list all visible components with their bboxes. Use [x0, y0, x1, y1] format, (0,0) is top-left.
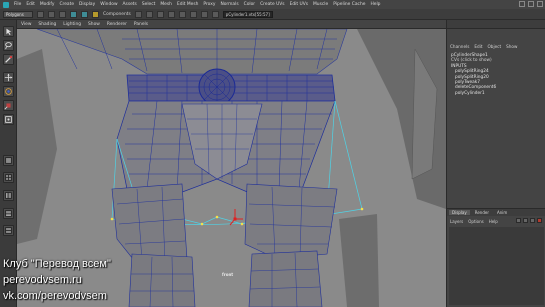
edge-mask-icon[interactable]	[145, 10, 153, 18]
snap-grid-icon[interactable]	[167, 10, 175, 18]
outliner-layout-icon[interactable]	[3, 190, 14, 201]
selection-field[interactable]: pCylinder1.vtx[55:57]	[222, 10, 273, 18]
channel-box-nodes: pCylinderShape1 CVs (click to show) INPU…	[447, 53, 545, 96]
input-node[interactable]: polyCylinder1	[447, 91, 545, 96]
render-icon[interactable]	[200, 10, 208, 18]
layer-down-icon[interactable]	[523, 218, 528, 223]
layer-menu-layers[interactable]: Layers	[450, 219, 463, 224]
vp-menu-renderer[interactable]: Renderer	[107, 22, 127, 27]
camera-label: front	[222, 272, 234, 277]
new-scene-icon[interactable]	[37, 10, 44, 18]
ipr-render-icon[interactable]	[211, 10, 219, 18]
menu-normals[interactable]: Normals	[220, 2, 238, 7]
channel-box-header	[447, 20, 545, 29]
menu-pipeline-cache[interactable]: Pipeline Cache	[333, 2, 365, 7]
four-view-layout-icon[interactable]	[3, 172, 14, 183]
main-menubar: File Edit Modify Create Display Window A…	[0, 0, 545, 9]
lasso-tool-icon[interactable]	[3, 40, 14, 51]
vp-menu-lighting[interactable]: Lighting	[63, 22, 81, 27]
select-by-object-icon[interactable]	[81, 10, 88, 18]
vp-menu-show[interactable]: Show	[88, 22, 100, 27]
graph-editor-layout-icon[interactable]	[3, 208, 14, 219]
menu-edit-mesh[interactable]: Edit Mesh	[177, 2, 198, 7]
cb-menu-show[interactable]: Show	[506, 44, 517, 49]
menu-color[interactable]: Color	[244, 2, 255, 7]
layer-up-icon[interactable]	[516, 218, 521, 223]
status-line: Polygons Components pCylinder1.vtx[55:57…	[0, 9, 545, 26]
menu-assets[interactable]: Assets	[123, 2, 137, 7]
rotate-tool-icon[interactable]	[3, 86, 14, 97]
menu-select[interactable]: Select	[142, 2, 156, 7]
menu-help[interactable]: Help	[370, 2, 380, 7]
menu-proxy[interactable]: Proxy	[203, 2, 215, 7]
select-tool-icon[interactable]	[3, 26, 14, 37]
layer-editor-icons	[516, 218, 542, 223]
cb-menu-channels[interactable]: Channels	[450, 44, 469, 49]
menu-window[interactable]: Window	[100, 2, 117, 7]
snap-curve-icon[interactable]	[178, 10, 186, 18]
tab-render[interactable]: Render	[472, 210, 492, 215]
move-tool-icon[interactable]	[3, 72, 14, 83]
layer-list-area[interactable]	[449, 227, 544, 305]
face-mask-icon[interactable]	[156, 10, 164, 18]
maximize-icon[interactable]	[528, 1, 534, 7]
menu-edit-uvs[interactable]: Edit UVs	[290, 2, 308, 7]
vp-menu-panels[interactable]: Panels	[134, 22, 148, 27]
minimize-icon[interactable]	[519, 1, 525, 7]
menu-create-uvs[interactable]: Create UVs	[260, 2, 285, 7]
watermark-vk: vk.com/perevodvsem	[3, 290, 107, 302]
menu-mesh[interactable]: Mesh	[160, 2, 172, 7]
watermark-club: Клуб "Перевод всем"	[3, 258, 111, 270]
universal-manipulator-icon[interactable]	[3, 114, 14, 125]
channel-box-menu: Channels Edit Object Show	[447, 42, 545, 50]
select-by-component-icon[interactable]	[92, 10, 99, 18]
vp-menu-shading[interactable]: Shading	[38, 22, 56, 27]
scale-tool-icon[interactable]	[3, 100, 14, 111]
menu-modify[interactable]: Modify	[40, 2, 55, 7]
cb-menu-edit[interactable]: Edit	[474, 44, 482, 49]
paint-select-tool-icon[interactable]	[3, 54, 14, 65]
layer-menu-help[interactable]: Help	[489, 219, 498, 224]
new-layer-icon[interactable]	[530, 218, 535, 223]
vp-menu-view[interactable]: View	[21, 22, 31, 27]
vertex-mask-icon[interactable]	[134, 10, 142, 18]
menu-file[interactable]: File	[14, 2, 21, 7]
menu-create[interactable]: Create	[59, 2, 74, 7]
components-label: Components	[103, 11, 131, 17]
close-icon[interactable]	[537, 1, 543, 7]
menu-muscle[interactable]: Muscle	[313, 2, 328, 7]
snap-point-icon[interactable]	[189, 10, 197, 18]
select-by-hierarchy-icon[interactable]	[70, 10, 77, 18]
save-scene-icon[interactable]	[59, 10, 66, 18]
watermark-site: perevodvsem.ru	[3, 274, 82, 286]
window-controls	[519, 1, 543, 7]
open-scene-icon[interactable]	[48, 10, 55, 18]
hypershade-layout-icon[interactable]	[3, 225, 14, 236]
channel-box-panel: Channels Edit Object Show pCylinderShape…	[446, 20, 545, 307]
viewport-menubar: View Shading Lighting Show Renderer Pane…	[17, 20, 446, 29]
single-perspective-layout-icon[interactable]	[3, 155, 14, 166]
cb-menu-object[interactable]: Object	[487, 44, 501, 49]
menu-display[interactable]: Display	[79, 2, 95, 7]
menuset-dropdown[interactable]: Polygons	[3, 10, 33, 18]
new-layer-from-selection-icon[interactable]	[537, 218, 542, 223]
layer-menu-options[interactable]: Options	[468, 219, 483, 224]
maya-logo-icon	[3, 1, 9, 8]
tab-display[interactable]: Display	[449, 210, 470, 215]
menu-edit[interactable]: Edit	[26, 2, 35, 7]
tab-anim[interactable]: Anim	[494, 210, 510, 215]
layer-editor-tabs: Display Render Anim	[447, 208, 545, 216]
